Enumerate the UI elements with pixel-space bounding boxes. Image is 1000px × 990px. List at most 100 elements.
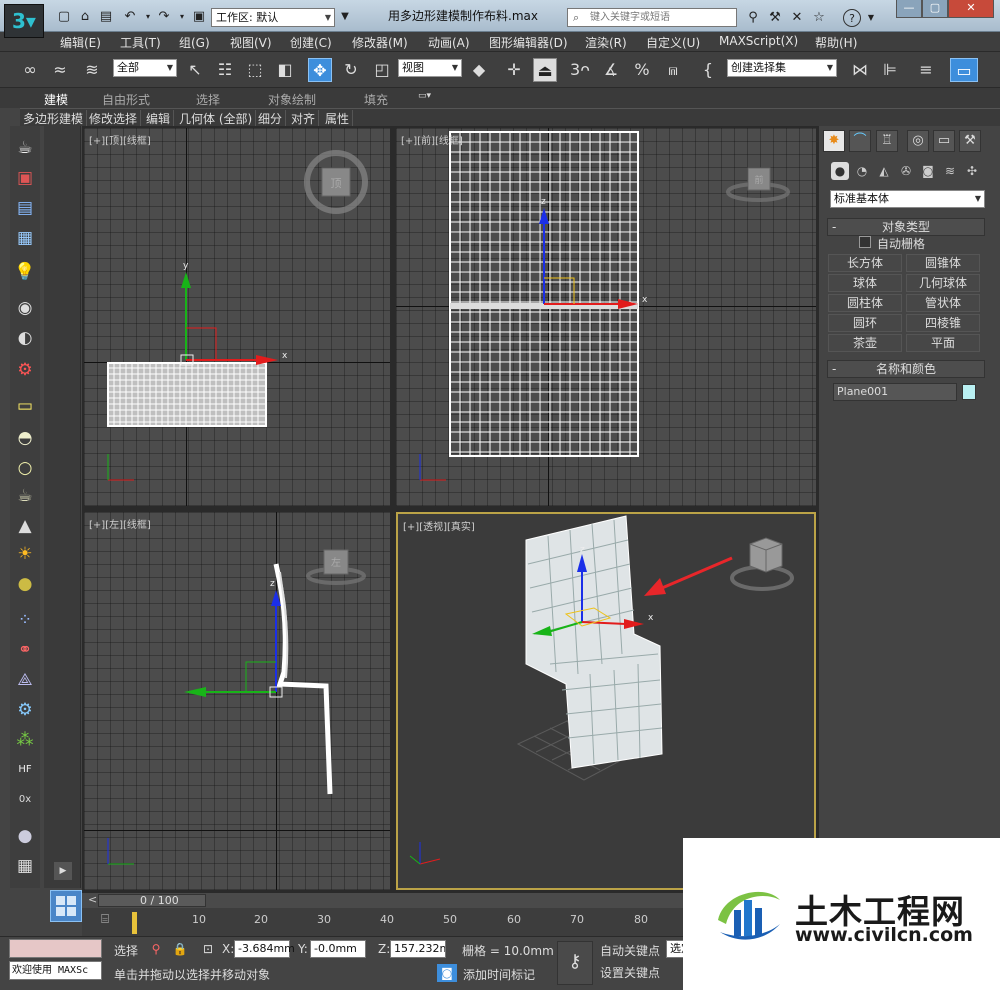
menu-customize[interactable]: 自定义(U) [646, 34, 700, 51]
category-dropdown[interactable]: 标准基本体 ▼ [830, 190, 985, 208]
undo-dropdown-icon[interactable]: ▾ [140, 9, 156, 25]
add-time-tag-label[interactable]: 添加时间标记 [463, 966, 535, 983]
grid-tool-icon[interactable]: ▦ [13, 854, 37, 878]
absolute-mode-icon[interactable]: ⊡ [198, 940, 218, 958]
binoculars-icon[interactable]: ⚲ [744, 9, 762, 27]
panel-align[interactable]: 对齐 [288, 110, 320, 127]
help-icon[interactable]: ? [843, 9, 861, 27]
viewcube-perspective[interactable] [730, 537, 794, 591]
panel-polygon-modeling[interactable]: 多边形建模 [20, 110, 88, 127]
gear-icon[interactable]: ⚙ [13, 698, 37, 722]
viewport-layout-icon[interactable] [50, 890, 82, 922]
vp-shading-label[interactable]: [线框] [123, 520, 151, 531]
viewport-front[interactable]: [+][前][线框] 前 x z [396, 128, 816, 506]
angle-snap-icon[interactable]: ∡ [599, 58, 623, 82]
autogrid-checkbox[interactable] [859, 236, 871, 248]
shapes-icon[interactable]: ◔ [853, 162, 871, 180]
save-file-icon[interactable]: ▤ [98, 9, 114, 25]
panel-geometry-all[interactable]: 几何体 (全部) [176, 110, 257, 127]
select-object-icon[interactable]: ↖ [183, 58, 207, 82]
rectangular-selection-icon[interactable]: ⬚ [243, 58, 267, 82]
ribbon-tab-populate[interactable]: 填充 [364, 91, 388, 108]
menu-views[interactable]: 视图(V) [230, 34, 272, 51]
close-button[interactable]: ✕ [948, 0, 994, 18]
selection-lock-icon[interactable]: 🔒 [170, 940, 190, 958]
systems-icon[interactable]: ✣ [963, 162, 981, 180]
molecule-icon[interactable]: ⚭ [13, 638, 37, 662]
key-icon[interactable]: ⚷ [557, 941, 593, 985]
subscription-icon[interactable]: ⚒ [766, 9, 784, 27]
maximize-button[interactable]: ▢ [922, 0, 948, 18]
vp-view-label[interactable]: [左] [105, 520, 123, 531]
align-icon[interactable]: ⊫ [878, 58, 902, 82]
plane-button[interactable]: 平面 [906, 334, 980, 352]
rollout-name-color[interactable]: - 名称和颜色 [827, 360, 985, 378]
add-time-tag-icon[interactable]: ◙ [437, 964, 457, 982]
maxscript-mini-listener[interactable]: 欢迎使用 MAXSc [9, 961, 102, 980]
geosphere-button[interactable]: 几何球体 [906, 274, 980, 292]
vp-shading-label[interactable]: [线框] [435, 136, 463, 147]
lights-icon[interactable]: ◭ [875, 162, 893, 180]
minimize-button[interactable]: — [896, 0, 922, 18]
z-coordinate-field[interactable]: 157.232mm [390, 940, 446, 958]
select-and-move-icon[interactable]: ✥ [308, 58, 332, 82]
vp-menu-label[interactable]: [+] [89, 520, 105, 531]
box-button[interactable]: 长方体 [828, 254, 902, 272]
maxscript-listener-pink[interactable] [9, 939, 102, 958]
vp-view-label[interactable]: [顶] [105, 136, 123, 147]
vp-view-label[interactable]: [前] [417, 136, 435, 147]
geometry-icon[interactable]: ● [831, 162, 849, 180]
communication-icon[interactable]: ✕ [788, 9, 806, 27]
auto-key-button[interactable]: 自动关键点 [600, 942, 660, 959]
ball-icon[interactable]: ● [13, 824, 37, 848]
select-and-rotate-icon[interactable]: ↻ [339, 58, 363, 82]
menu-create[interactable]: 创建(C) [290, 34, 332, 51]
panel-properties[interactable]: 属性 [322, 110, 354, 127]
mirror-icon[interactable]: ⋈ [848, 58, 872, 82]
utilities-tab-icon[interactable]: ⚒ [959, 130, 981, 152]
app-logo-icon[interactable]: 3▾ [4, 4, 44, 38]
rollout-object-type[interactable]: - 对象类型 [827, 218, 985, 236]
particle-icon[interactable]: ⁘ [13, 608, 37, 632]
new-file-icon[interactable]: ▢ [56, 9, 72, 25]
expand-arrow-icon[interactable]: ▶ [54, 862, 72, 880]
object-name-field[interactable]: Plane001 [833, 383, 957, 401]
ribbon-tab-selection[interactable]: 选择 [196, 91, 220, 108]
time-slider[interactable]: < 0 / 100 [82, 892, 686, 908]
vp-shading-label[interactable]: [真实] [447, 522, 475, 533]
motion-tab-icon[interactable]: ◎ [907, 130, 929, 152]
ribbon-tab-freeform[interactable]: 自由形式 [102, 91, 150, 108]
edit-named-selection-icon[interactable]: { [696, 58, 720, 82]
set-key-button[interactable]: 设置关键点 [600, 964, 660, 981]
reference-coordinate-dropdown[interactable]: 视图 ▼ [398, 59, 462, 77]
pyramid-button[interactable]: 四棱锥 [906, 314, 980, 332]
grass-icon[interactable]: ⁂ [13, 728, 37, 752]
render-frame-icon[interactable]: ▣ [13, 166, 37, 190]
sphere-button[interactable]: 球体 [828, 274, 902, 292]
link-icon[interactable]: ∞ [18, 58, 42, 82]
workspace-dropdown[interactable]: 工作区: 默认 ▼ [211, 8, 335, 27]
bind-space-warp-icon[interactable]: ≋ [80, 58, 104, 82]
vp-menu-label[interactable]: [+] [89, 136, 105, 147]
menu-rendering[interactable]: 渲染(R) [585, 34, 627, 51]
hierarchy-tab-icon[interactable]: ♖ [876, 130, 898, 152]
hemisphere-icon[interactable]: ◐ [13, 326, 37, 350]
viewcube-top[interactable]: 顶 [304, 150, 368, 214]
hf-icon[interactable]: HF [13, 758, 37, 782]
camera-icon[interactable]: ◉ [13, 296, 37, 320]
viewcube-left[interactable]: 左 [306, 549, 366, 585]
torus-button[interactable]: 圆环 [828, 314, 902, 332]
ribbon-tab-object-paint[interactable]: 对象绘制 [268, 91, 316, 108]
helpers-icon[interactable]: ◙ [919, 162, 937, 180]
customize-quick-access-icon[interactable]: ▼ [337, 9, 353, 25]
menu-animation[interactable]: 动画(A) [428, 34, 470, 51]
ribbon-options-icon[interactable]: ▭▾ [418, 91, 431, 101]
table-icon[interactable]: ▦ [13, 226, 37, 250]
spinner-snap-icon[interactable]: ⩎ [661, 58, 685, 82]
viewport-left[interactable]: [+][左][线框] 左 z [84, 512, 390, 890]
box-primitive-icon[interactable]: ▭ [13, 394, 37, 418]
panel-edit[interactable]: 编辑 [143, 110, 175, 127]
current-frame-marker[interactable] [132, 912, 137, 934]
cloth-mesh-top[interactable] [107, 362, 267, 427]
move-gizmo-top[interactable]: x y [180, 261, 288, 366]
